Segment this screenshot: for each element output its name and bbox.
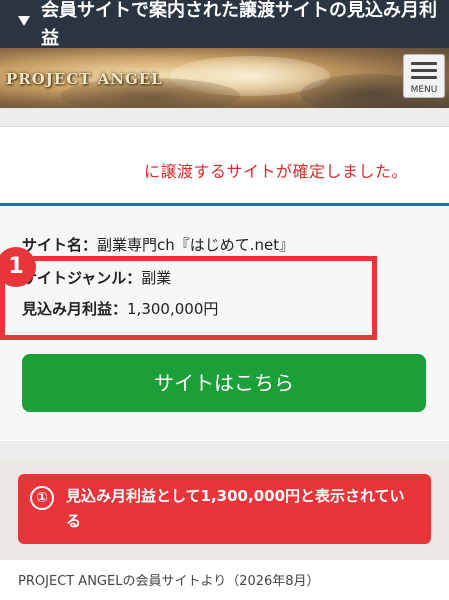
menu-button[interactable]: MENU <box>403 54 445 98</box>
page-title: 会員サイトで案内された譲渡サイトの見込み月利益 <box>41 0 437 49</box>
collapse-triangle-icon[interactable] <box>18 16 30 26</box>
site-name-value: 副業専門ch『はじめて.net』 <box>97 236 295 254</box>
redacted-name <box>12 144 142 182</box>
site-logo[interactable]: PROJECT ANGEL <box>6 70 163 88</box>
visit-site-button[interactable]: サイトはこちら <box>22 354 426 412</box>
footer: PROJECT ANGELの会員サイトより（2026年8月） <box>0 560 449 600</box>
site-name-row: サイト名：副業専門ch『はじめて.net』 <box>22 234 294 255</box>
confirmation-message: に譲渡するサイトが確定しました。 <box>144 162 409 181</box>
callout-number: ① <box>30 486 54 510</box>
site-name-label: サイト名： <box>22 236 98 254</box>
callout-text: 見込み月利益として1,300,000円と表示されている <box>66 487 405 530</box>
menu-label: MENU <box>410 85 438 95</box>
hamburger-icon <box>411 62 437 65</box>
source-caption: PROJECT ANGELの会員サイトより（2026年8月） <box>18 574 320 589</box>
annotation-callout: ① 見込み月利益として1,300,000円と表示されている <box>18 474 431 544</box>
highlight-box <box>0 256 377 340</box>
title-bar: 会員サイトで案内された譲渡サイトの見込み月利益 <box>0 0 449 49</box>
site-banner: PROJECT ANGEL MENU <box>0 48 449 108</box>
